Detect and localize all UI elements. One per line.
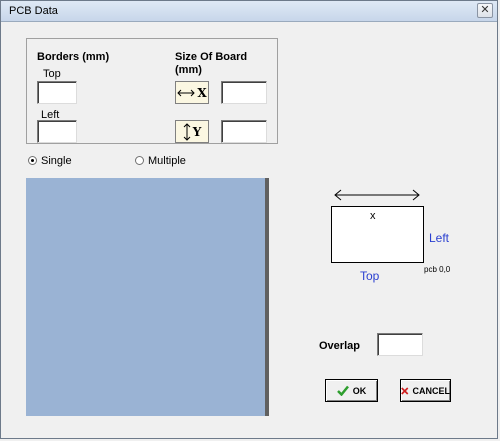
title-bar: PCB Data ✕ xyxy=(1,1,497,22)
overlap-label: Overlap xyxy=(319,340,360,352)
borders-heading: Borders (mm) xyxy=(37,51,110,63)
x-axis-button[interactable]: X xyxy=(175,81,209,104)
board-size-unit: (mm) xyxy=(175,64,202,76)
y-axis-label: Y xyxy=(192,124,202,139)
pcb-data-dialog: PCB Data ✕ Borders (mm) Top Left Size Of… xyxy=(0,0,498,439)
cancel-button[interactable]: CANCEL xyxy=(400,379,451,402)
x-mark-icon xyxy=(401,386,409,395)
width-arrow-icon xyxy=(334,189,420,201)
canvas-scroll-edge xyxy=(265,178,269,416)
board-outline: x xyxy=(331,206,424,263)
vertical-arrow-icon xyxy=(183,122,191,141)
board-y-input[interactable] xyxy=(221,120,267,143)
y-axis-button[interactable]: Y xyxy=(175,120,209,143)
horizontal-arrow-icon xyxy=(177,89,196,96)
checkmark-icon xyxy=(336,385,349,396)
top-border-label: Top xyxy=(43,68,61,80)
pcb-origin-label: pcb 0,0 xyxy=(424,265,451,274)
multiple-label: Multiple xyxy=(148,155,186,167)
multiple-radio[interactable] xyxy=(135,156,144,165)
board-size-heading: Size Of Board xyxy=(175,51,248,63)
board-x-input[interactable] xyxy=(221,81,267,104)
single-radio[interactable] xyxy=(28,156,37,165)
x-axis-label: X xyxy=(197,85,207,100)
settings-group: Borders (mm) Top Left Size Of Board (mm)… xyxy=(26,38,278,144)
single-label: Single xyxy=(41,155,72,167)
diagram-top-label: Top xyxy=(360,269,380,283)
window-title: PCB Data xyxy=(9,5,58,17)
ok-label: OK xyxy=(352,385,367,396)
left-border-input[interactable] xyxy=(37,120,77,143)
pcb-preview-canvas[interactable] xyxy=(26,178,267,416)
top-border-input[interactable] xyxy=(37,81,77,104)
diagram-left-label: Left xyxy=(429,231,450,245)
close-button[interactable]: ✕ xyxy=(477,3,493,18)
origin-marker: x xyxy=(370,210,376,222)
overlap-input[interactable] xyxy=(377,333,423,356)
close-icon: ✕ xyxy=(480,4,490,16)
cancel-label: CANCEL xyxy=(412,385,451,396)
ok-button[interactable]: OK xyxy=(325,379,378,402)
